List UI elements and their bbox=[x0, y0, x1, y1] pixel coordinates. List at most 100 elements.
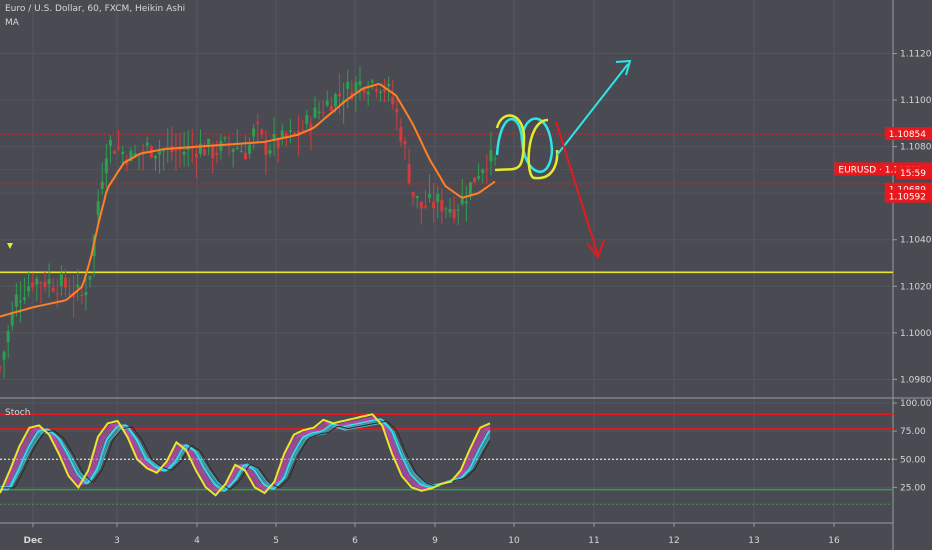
candle-body-30 bbox=[121, 151, 125, 155]
price-label-2: 15:59 bbox=[900, 169, 926, 179]
candle-body-100 bbox=[407, 164, 411, 184]
candle-body-90 bbox=[366, 91, 370, 95]
candle-body-101 bbox=[411, 191, 415, 197]
stoch-tick-label-2: 50.00 bbox=[900, 455, 926, 465]
candle-body-0 bbox=[0, 367, 2, 369]
candle-body-81 bbox=[329, 105, 333, 111]
candle-body-66 bbox=[268, 150, 272, 154]
candle-body-52 bbox=[211, 147, 215, 159]
price-tick-label-7: 1.09800 bbox=[900, 375, 932, 385]
candle-body-106 bbox=[432, 202, 436, 209]
candle-body-119 bbox=[485, 168, 489, 170]
candle-body-9 bbox=[35, 278, 39, 285]
candle-body-116 bbox=[473, 177, 477, 183]
price-label-0: 1.10854 bbox=[889, 130, 926, 140]
candle-body-2 bbox=[6, 331, 10, 343]
candle-body-74 bbox=[301, 129, 305, 131]
candle-body-35 bbox=[141, 150, 145, 152]
candle-body-114 bbox=[464, 201, 468, 204]
time-tick-label-4: 6 bbox=[352, 536, 358, 546]
candle-body-80 bbox=[325, 100, 329, 106]
candle-body-53 bbox=[215, 152, 219, 155]
symbol-title: Euro / U.S. Dollar, 60, FXCM, Heikin Ash… bbox=[5, 4, 186, 14]
candle-body-28 bbox=[113, 151, 117, 154]
candle-body-118 bbox=[481, 169, 485, 174]
stoch-indicator-label: Stoch bbox=[5, 408, 31, 418]
time-tick-label-0: Dec bbox=[24, 536, 43, 546]
price-tick-label-4: 1.10400 bbox=[900, 236, 932, 246]
candle-body-55 bbox=[223, 137, 227, 139]
candle-body-112 bbox=[456, 209, 460, 211]
candle-body-19 bbox=[76, 284, 80, 288]
candle-body-102 bbox=[415, 196, 419, 199]
candle-body-59 bbox=[239, 150, 243, 153]
candle-body-79 bbox=[321, 112, 325, 114]
candle-body-75 bbox=[305, 114, 309, 124]
candle-body-98 bbox=[399, 127, 403, 142]
candle-body-13 bbox=[51, 287, 55, 292]
candle-body-57 bbox=[231, 149, 235, 152]
stoch-tick-label-0: 100.00 bbox=[900, 399, 932, 409]
candle-body-72 bbox=[293, 132, 297, 134]
candle-body-108 bbox=[440, 200, 444, 212]
time-tick-label-5: 9 bbox=[432, 536, 438, 546]
time-tick-label-10: 16 bbox=[828, 536, 840, 546]
price-tick-label-6: 1.10000 bbox=[900, 329, 932, 339]
candle-body-88 bbox=[358, 80, 362, 85]
candle-body-7 bbox=[27, 286, 31, 292]
chart-canvas[interactable]: 1.112001.110001.108001.106001.104001.102… bbox=[0, 0, 932, 550]
candle-body-71 bbox=[288, 130, 292, 132]
stoch-tick-label-1: 75.00 bbox=[900, 427, 926, 437]
candle-body-43 bbox=[174, 149, 178, 152]
candle-body-20 bbox=[80, 294, 84, 297]
candle-body-25 bbox=[100, 181, 104, 189]
candle-body-16 bbox=[63, 277, 67, 288]
time-tick-label-9: 13 bbox=[748, 536, 759, 546]
candle-body-61 bbox=[248, 144, 252, 154]
candle-body-95 bbox=[387, 83, 391, 87]
candle-body-22 bbox=[88, 275, 92, 280]
candle-body-4 bbox=[14, 294, 18, 307]
candle-body-85 bbox=[346, 81, 350, 89]
candle-body-5 bbox=[18, 300, 22, 302]
candle-body-103 bbox=[419, 201, 423, 209]
candle-body-97 bbox=[395, 109, 399, 113]
candle-body-14 bbox=[55, 293, 59, 295]
ma-indicator-label: MA bbox=[5, 18, 19, 28]
price-label-4: 1.10592 bbox=[889, 193, 926, 203]
candle-body-17 bbox=[68, 293, 72, 295]
time-tick-label-3: 5 bbox=[273, 536, 279, 546]
candle-body-109 bbox=[444, 208, 448, 210]
candle-body-78 bbox=[317, 111, 321, 113]
candle-body-121 bbox=[493, 158, 497, 160]
candle-body-1 bbox=[2, 351, 6, 360]
candle-body-38 bbox=[153, 155, 157, 159]
candle-body-104 bbox=[423, 206, 427, 208]
candle-body-58 bbox=[235, 147, 239, 149]
candle-body-87 bbox=[354, 82, 358, 92]
candle-body-21 bbox=[84, 292, 88, 296]
time-tick-label-1: 3 bbox=[114, 536, 120, 546]
candle-body-93 bbox=[378, 91, 382, 93]
stoch-tick-label-3: 25.00 bbox=[900, 483, 926, 493]
candle-body-105 bbox=[428, 193, 432, 198]
candle-body-48 bbox=[194, 154, 198, 158]
candle-body-107 bbox=[436, 194, 440, 202]
candle-body-111 bbox=[452, 209, 456, 219]
candle-body-83 bbox=[338, 93, 342, 97]
candle-body-50 bbox=[203, 149, 207, 156]
candle-body-36 bbox=[145, 142, 149, 146]
trading-chart[interactable]: 1.112001.110001.108001.106001.104001.102… bbox=[0, 0, 932, 550]
candle-body-117 bbox=[477, 176, 481, 179]
candle-body-64 bbox=[260, 129, 264, 135]
candle-body-24 bbox=[96, 201, 100, 216]
candle-body-6 bbox=[23, 297, 27, 300]
candle-body-10 bbox=[39, 282, 43, 284]
candle-body-8 bbox=[31, 282, 35, 288]
candle-body-11 bbox=[43, 281, 47, 288]
candle-body-77 bbox=[313, 107, 317, 118]
candle-body-96 bbox=[391, 96, 395, 105]
price-tick-label-2: 1.10800 bbox=[900, 143, 932, 153]
candle-body-15 bbox=[59, 274, 63, 286]
candle-body-45 bbox=[182, 151, 186, 156]
